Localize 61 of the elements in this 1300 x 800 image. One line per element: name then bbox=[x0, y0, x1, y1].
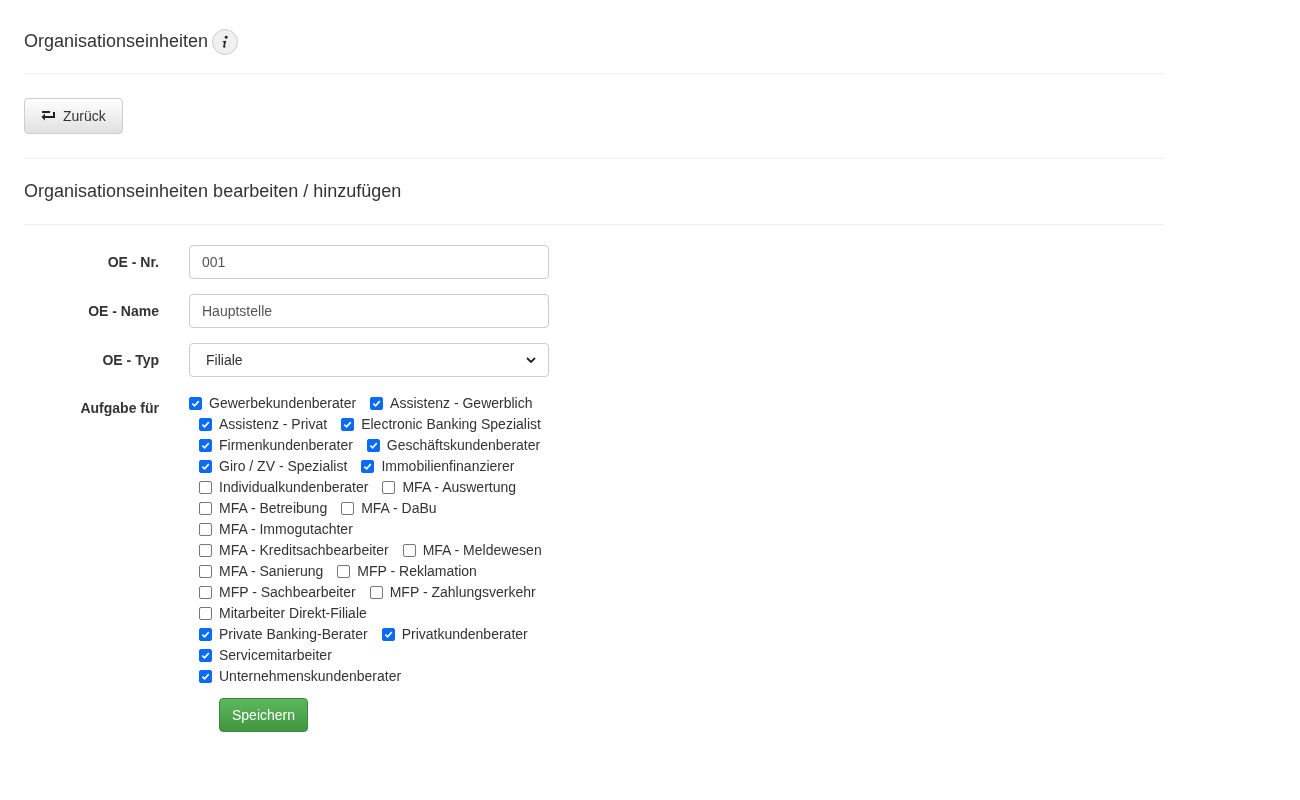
back-button[interactable]: Zurück bbox=[24, 98, 123, 134]
checkbox[interactable] bbox=[199, 607, 212, 620]
return-arrow-icon bbox=[41, 111, 55, 121]
field-label: OE - Name bbox=[87, 301, 160, 321]
checkbox[interactable] bbox=[199, 481, 212, 494]
checkbox[interactable] bbox=[189, 397, 202, 410]
checkbox[interactable] bbox=[382, 481, 396, 494]
checkbox-label: Servicemitarbeiter bbox=[219, 646, 332, 665]
checkbox[interactable] bbox=[199, 544, 212, 557]
checkbox-label: Gewerbekundenberater bbox=[209, 394, 357, 413]
checkbox-label: Electronic Banking Spezialist bbox=[361, 415, 541, 434]
checkbox[interactable] bbox=[199, 628, 212, 641]
field-label: OE - Typ bbox=[101, 350, 160, 370]
checkbox[interactable] bbox=[199, 586, 212, 599]
checkbox-label: Mitarbeiter Direkt-Filiale bbox=[219, 604, 367, 623]
chevron-down-icon bbox=[526, 357, 536, 363]
checkbox-label: MFA - Auswertung bbox=[402, 478, 517, 497]
checkbox-label: MFP - Sachbearbeiter bbox=[219, 583, 356, 602]
checkbox[interactable] bbox=[370, 397, 384, 410]
checkbox-label: MFA - DaBu bbox=[361, 499, 437, 518]
checkbox-label: Privatkundenberater bbox=[401, 625, 528, 644]
checkbox[interactable] bbox=[361, 460, 375, 473]
text-field[interactable]: Hauptstelle bbox=[189, 294, 549, 328]
checkbox-label: Immobilienfinanzierer bbox=[381, 457, 515, 476]
checkbox-label: Geschäftskundenberater bbox=[386, 436, 541, 455]
checkbox-label: Assistenz - Gewerblich bbox=[390, 394, 533, 413]
checkbox[interactable] bbox=[199, 565, 212, 578]
checkbox[interactable] bbox=[369, 586, 383, 599]
checkbox[interactable] bbox=[199, 439, 212, 452]
page-title: Organisationseinheiten bbox=[24, 30, 209, 53]
checkbox-label: MFA - Immogutachter bbox=[219, 520, 353, 539]
checkbox-label: MFA - Meldewesen bbox=[422, 541, 542, 560]
checkbox[interactable] bbox=[337, 565, 351, 578]
checkbox[interactable] bbox=[199, 460, 212, 473]
section-title: Organisationseinheiten bearbeiten / hinzufügen bbox=[24, 159, 1164, 225]
checkbox-label: MFA - Betreibung bbox=[219, 499, 328, 518]
checkbox[interactable] bbox=[402, 544, 416, 557]
checkbox[interactable] bbox=[199, 670, 212, 683]
field-label: Aufgabe für bbox=[79, 399, 160, 418]
checkbox-label: MFA - Kreditsachbearbeiter bbox=[219, 541, 389, 560]
checkbox[interactable] bbox=[381, 628, 395, 641]
info-icon[interactable] bbox=[212, 28, 239, 55]
checkbox-label: Giro / ZV - Spezialist bbox=[219, 457, 348, 476]
field-label: OE - Nr. bbox=[106, 252, 160, 272]
checkbox-label: Assistenz - Privat bbox=[219, 415, 328, 434]
checkbox-label: Unternehmenskundenberater bbox=[219, 667, 402, 686]
checkbox-label: Firmenkundenberater bbox=[219, 436, 353, 455]
checkbox-label: MFP - Reklamation bbox=[357, 562, 477, 581]
text-field[interactable]: 001 bbox=[189, 245, 549, 279]
checkbox-label: Individualkundenberater bbox=[219, 478, 369, 497]
checkbox[interactable] bbox=[199, 418, 212, 431]
type-select[interactable]: Filiale bbox=[189, 343, 549, 377]
checkbox[interactable] bbox=[199, 523, 212, 536]
checkbox-label: Private Banking-Berater bbox=[219, 625, 368, 644]
checkbox-label: MFP - Zahlungsverkehr bbox=[389, 583, 536, 602]
checkbox-label: MFA - Sanierung bbox=[219, 562, 324, 581]
checkbox[interactable] bbox=[366, 439, 380, 452]
checkbox[interactable] bbox=[341, 418, 355, 431]
checkbox[interactable] bbox=[199, 502, 212, 515]
checkbox[interactable] bbox=[199, 649, 212, 662]
checkbox[interactable] bbox=[341, 502, 355, 515]
